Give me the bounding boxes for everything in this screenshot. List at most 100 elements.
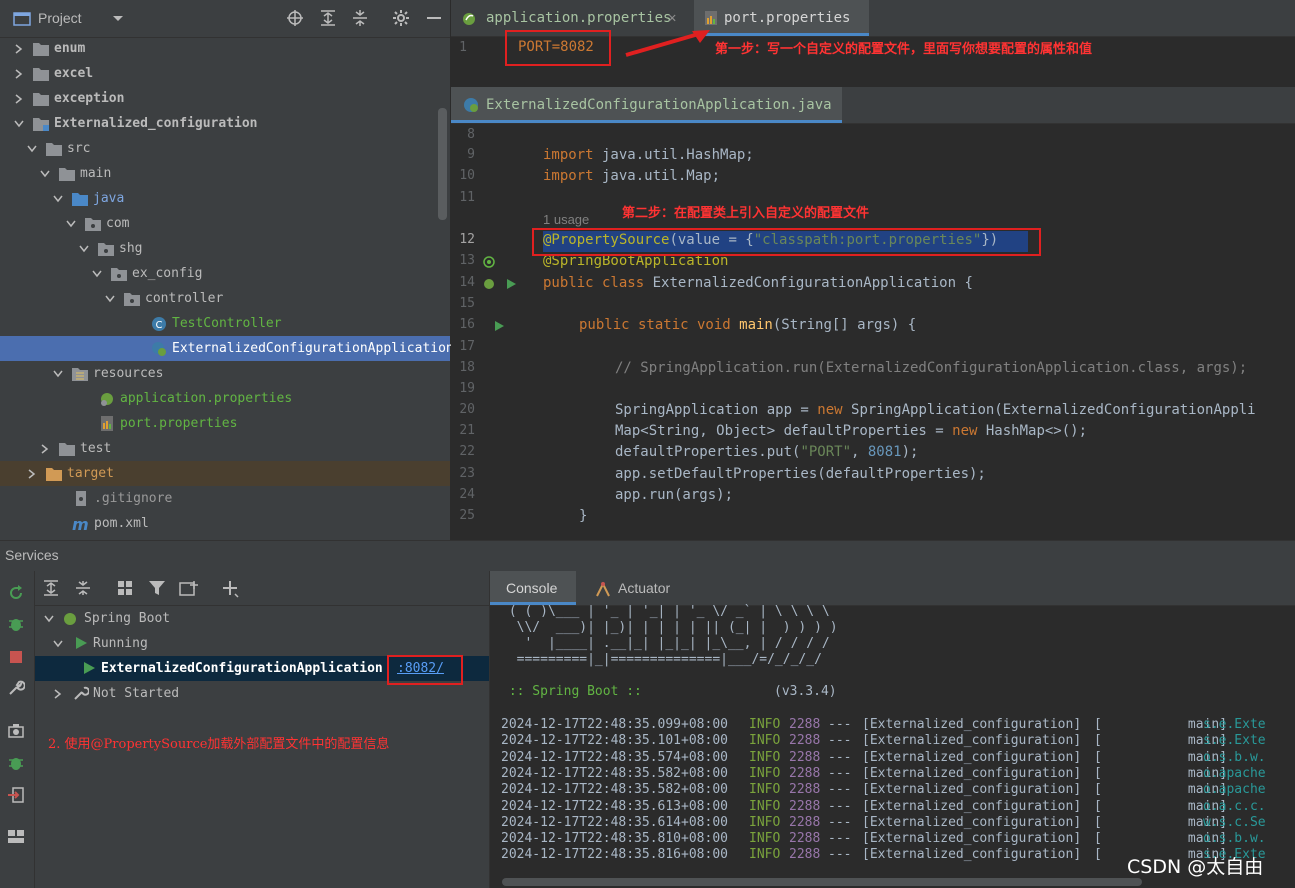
tree-item[interactable]: target [0, 461, 450, 486]
log-app: [Externalized_configuration] [862, 798, 1082, 814]
chevron-down-icon[interactable] [44, 614, 54, 624]
filter-icon[interactable] [148, 580, 166, 596]
layout-icon[interactable] [7, 827, 25, 845]
add-icon[interactable] [222, 580, 240, 598]
collapse-all-icon[interactable] [75, 580, 91, 596]
log-level: INFO [749, 765, 781, 781]
log-ts: 2024-12-17T22:48:35.582+08:00 [501, 765, 728, 781]
log-pid: 2288 [789, 782, 821, 798]
code-line-24: app.run(args); [615, 487, 734, 503]
login-icon[interactable] [7, 786, 25, 804]
code-token: main [730, 317, 773, 333]
project-panel: Project enum excel exception Externalized_c… [0, 0, 454, 540]
camera-icon[interactable] [7, 722, 25, 740]
minimize-icon[interactable] [425, 9, 443, 27]
tree-item[interactable]: test [0, 436, 450, 461]
chevron-right-icon[interactable] [53, 689, 63, 699]
chevron-down-icon[interactable] [53, 639, 63, 649]
spring-boot-gutter-icon[interactable] [482, 277, 496, 291]
tree-item[interactable]: resources [0, 361, 450, 386]
wrench-icon[interactable] [7, 679, 25, 697]
chevron-down-icon[interactable] [105, 294, 115, 304]
locate-icon[interactable] [286, 9, 304, 27]
chevron-right-icon[interactable] [14, 44, 24, 54]
log-ts: 2024-12-17T22:48:35.810+08:00 [501, 831, 728, 847]
usage-hint[interactable]: 1 usage [543, 212, 589, 227]
chevron-down-icon[interactable] [92, 269, 102, 279]
tree-item[interactable]: shg [0, 236, 450, 261]
service-label: Running [93, 636, 148, 651]
tree-item[interactable]: controller [0, 286, 450, 311]
tree-item[interactable]: ex_config [0, 261, 450, 286]
new-tab-icon[interactable] [179, 580, 199, 596]
tab-actuator[interactable]: Actuator [582, 571, 692, 605]
tab-java-file[interactable]: ExternalizedConfigurationApplication.jav… [451, 87, 842, 123]
chevron-down-icon[interactable] [79, 244, 89, 254]
log-logger: o.apache [1203, 782, 1266, 798]
gear-icon[interactable] [392, 9, 410, 27]
log-app: [Externalized_configuration] [862, 782, 1082, 798]
chevron-down-icon[interactable] [14, 119, 24, 129]
tree-item[interactable]: port.properties [0, 411, 450, 436]
chevron-right-icon[interactable] [40, 444, 50, 454]
tree-item[interactable]: main [0, 161, 450, 186]
tree-item[interactable]: m pom.xml [0, 511, 450, 536]
line-number: 17 [459, 339, 475, 354]
console-horizontal-scrollbar[interactable] [502, 878, 1142, 886]
log-logger: s.e.Exte [1203, 733, 1266, 749]
debug-attach-icon[interactable] [7, 754, 25, 772]
stop-icon[interactable] [8, 649, 24, 665]
expand-all-icon[interactable] [43, 580, 59, 596]
chevron-down-icon[interactable] [53, 194, 63, 204]
line-number: 16 [459, 317, 475, 332]
spring-boot-label: :: Spring Boot :: [501, 684, 650, 699]
log-sep: --- [828, 798, 852, 814]
run-gutter-icon[interactable] [505, 278, 517, 290]
tree-item-label: controller [145, 291, 224, 306]
tab-console[interactable]: Console [490, 571, 576, 605]
service-not-started-group[interactable]: Not Started [35, 681, 489, 706]
tree-item[interactable]: C TestController [0, 311, 450, 336]
chevron-down-icon[interactable] [53, 369, 63, 379]
tab-port-properties[interactable]: port.properties [694, 0, 869, 36]
rerun-icon[interactable] [7, 584, 25, 602]
chevron-down-icon[interactable] [40, 169, 50, 179]
chevron-right-icon[interactable] [27, 469, 37, 479]
run-gutter-icon[interactable] [493, 320, 505, 332]
tree-item[interactable]: excel [0, 61, 450, 86]
chevron-right-icon[interactable] [14, 94, 24, 104]
log-app: [Externalized_configuration] [862, 717, 1082, 732]
spring-bean-gutter-icon[interactable] [482, 255, 496, 269]
tree-item[interactable]: exception [0, 86, 450, 111]
tree-item[interactable]: enum [0, 36, 450, 61]
code-line-14: public class ExternalizedConfigurationAp… [543, 275, 973, 291]
folder-icon [33, 93, 49, 106]
tree-item[interactable]: src [0, 136, 450, 161]
group-icon[interactable] [117, 580, 133, 596]
service-spring-boot[interactable]: Spring Boot [35, 606, 489, 631]
highlight-box-port [505, 30, 611, 66]
tree-item[interactable]: com [0, 211, 450, 236]
chevron-down-icon[interactable] [27, 144, 37, 154]
debug-icon[interactable] [7, 615, 25, 633]
chevron-down-icon[interactable] [112, 15, 124, 23]
line-number: 23 [459, 466, 475, 481]
spring-boot-class-icon [464, 98, 478, 112]
tree-item[interactable]: .gitignore [0, 486, 450, 511]
line-number: 19 [459, 381, 475, 396]
tree-item[interactable]: ExternalizedConfigurationApplication [0, 336, 454, 361]
tree-item[interactable]: Externalized_configuration [0, 111, 450, 136]
chevron-down-icon[interactable] [66, 219, 76, 229]
log-level: INFO [749, 733, 781, 749]
project-panel-title[interactable]: Project [38, 10, 82, 26]
tree-item[interactable]: application.properties [0, 386, 450, 411]
line-number: 13 [459, 253, 475, 268]
tree-item[interactable]: java [0, 186, 450, 211]
chevron-right-icon[interactable] [14, 69, 24, 79]
collapse-all-icon[interactable] [351, 9, 369, 27]
line-number: 1 [459, 40, 467, 55]
code-token: new [817, 402, 843, 418]
expand-all-icon[interactable] [319, 9, 337, 27]
log-logger: o.s.b.w. [1203, 749, 1266, 765]
service-running-group[interactable]: Running [35, 631, 489, 656]
